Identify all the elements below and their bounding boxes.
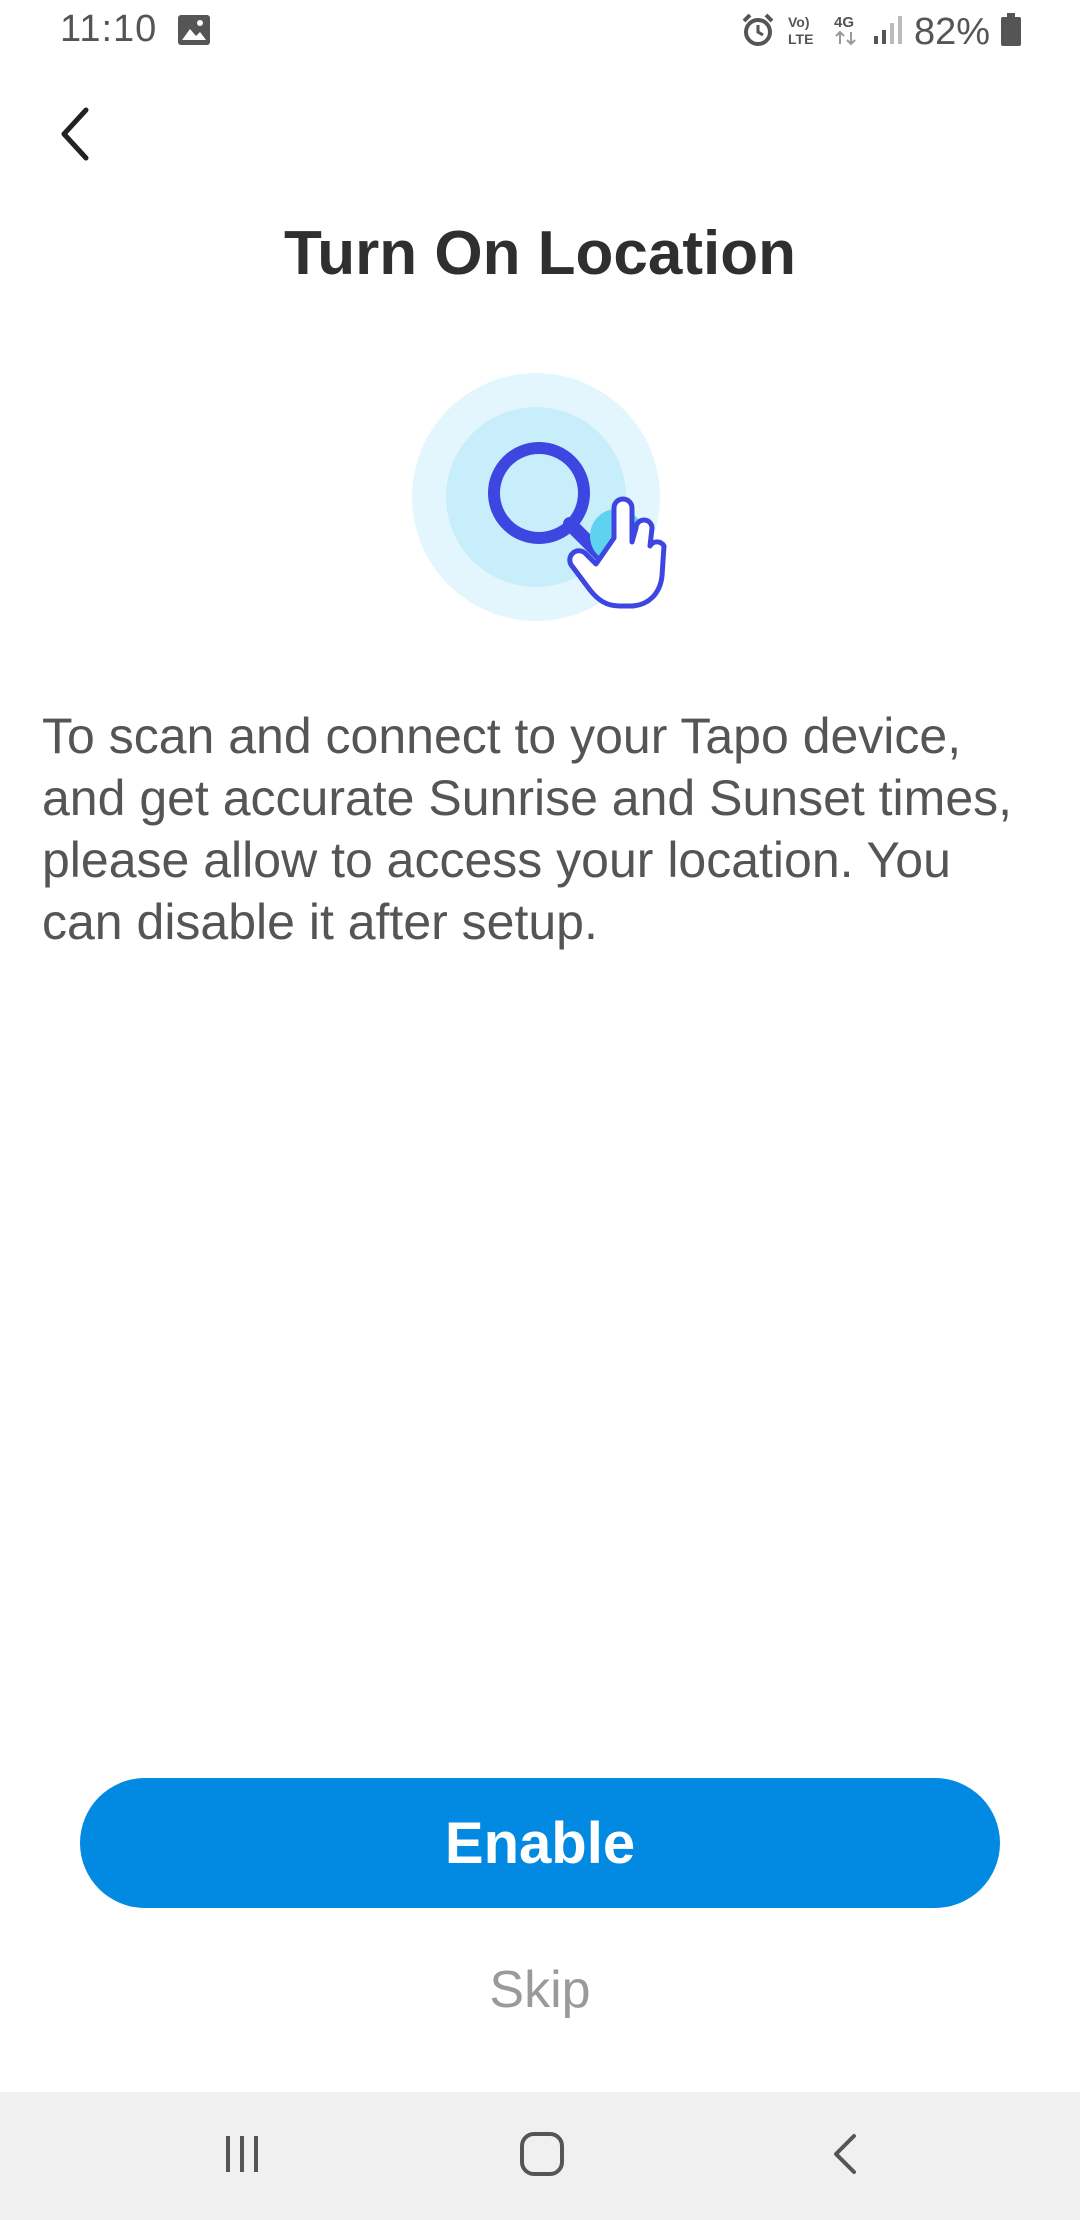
enable-button[interactable]: Enable	[80, 1778, 1000, 1908]
image-icon	[177, 14, 211, 46]
status-bar: 11:10 Vo) LTE 4G 82%	[0, 0, 1080, 64]
recents-icon	[220, 2132, 264, 2181]
back-icon	[826, 2130, 866, 2183]
page-title: Turn On Location	[283, 219, 796, 288]
system-nav-bar	[0, 2092, 1080, 2220]
status-time: 11:10	[60, 8, 158, 50]
location-description: To scan and connect to your Tapo device,…	[42, 708, 1013, 950]
alarm-icon	[740, 12, 776, 53]
location-search-illustration	[400, 360, 680, 640]
svg-text:4G: 4G	[834, 14, 854, 31]
chevron-left-icon	[56, 104, 96, 169]
battery-icon	[1000, 12, 1022, 52]
battery-percent: 82%	[913, 10, 990, 53]
status-icons: Vo) LTE 4G 82%	[740, 8, 1022, 56]
nav-back-button[interactable]	[806, 2116, 886, 2196]
4g-icon: 4G	[832, 12, 862, 53]
skip-button[interactable]: Skip	[0, 1960, 1080, 2020]
search-location-icon	[412, 373, 667, 621]
volte-icon: Vo) LTE	[786, 12, 822, 53]
home-button[interactable]	[502, 2116, 582, 2196]
back-button[interactable]	[40, 100, 112, 172]
recents-button[interactable]	[202, 2116, 282, 2196]
svg-text:LTE: LTE	[788, 31, 813, 47]
home-icon	[518, 2130, 566, 2183]
signal-icon	[872, 14, 904, 51]
svg-text:Vo): Vo)	[788, 14, 810, 30]
